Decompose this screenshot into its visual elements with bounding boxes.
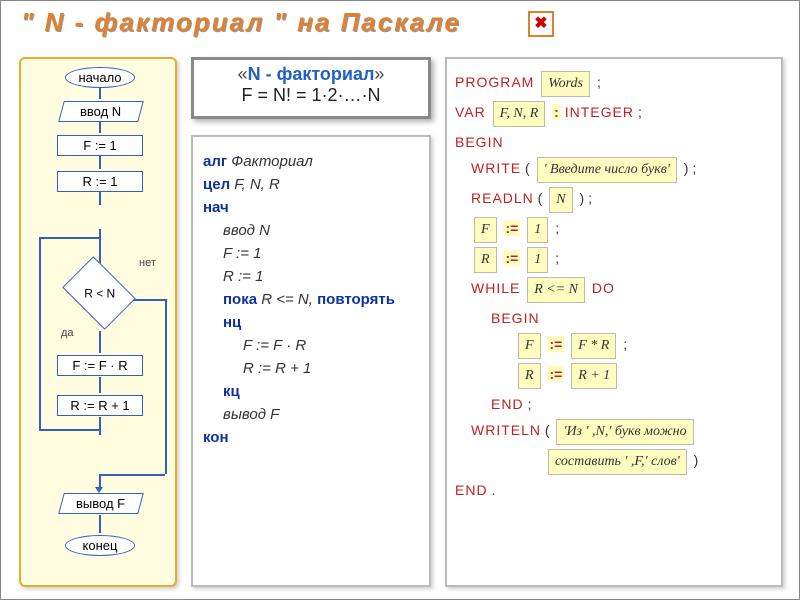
slide: " N - факториал " на Паскале ✖ начало вв… bbox=[0, 0, 800, 600]
flow-yes-label: да bbox=[61, 327, 74, 339]
pascal-panel: PROGRAM Words; VAR F, N, R : INTEGER; BE… bbox=[445, 57, 783, 587]
flow-input: ввод N bbox=[58, 101, 144, 122]
flow-condition: R < N bbox=[62, 256, 136, 330]
close-button[interactable]: ✖ bbox=[528, 11, 554, 37]
flow-r-init: R := 1 bbox=[57, 171, 143, 192]
flow-r-update: R := R + 1 bbox=[57, 395, 143, 416]
flow-f-update: F := F · R bbox=[57, 355, 143, 376]
formula-text: F = N! = 1·2·…·N bbox=[194, 85, 428, 106]
flow-f-init: F := 1 bbox=[57, 135, 143, 156]
flow-output: вывод F bbox=[58, 493, 144, 514]
page-title: " N - факториал " на Паскале bbox=[21, 7, 461, 38]
flowchart-panel: начало ввод N F := 1 R := 1 R < N да нет… bbox=[19, 57, 177, 587]
flow-end: конец bbox=[65, 535, 135, 556]
flow-no-label: нет bbox=[139, 257, 156, 269]
mid-header: «N - факториал» F = N! = 1·2·…·N bbox=[191, 57, 431, 119]
flow-start: начало bbox=[65, 67, 135, 88]
algorithm-panel: алг Факториал цел F, N, R нач ввод N F :… bbox=[191, 135, 431, 587]
close-icon: ✖ bbox=[534, 15, 547, 32]
